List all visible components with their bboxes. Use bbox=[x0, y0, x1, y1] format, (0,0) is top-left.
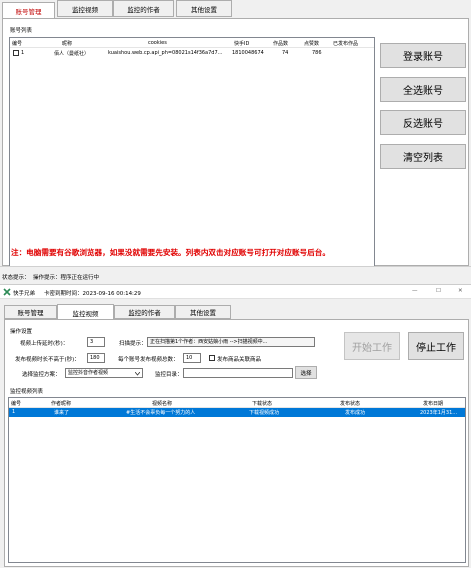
monitor-dir-input[interactable] bbox=[183, 368, 293, 378]
tab-account-management-2[interactable]: 账号管理 bbox=[4, 305, 57, 319]
close-button[interactable]: ✕ bbox=[458, 288, 463, 294]
product-link-label: 发布商品关联商品 bbox=[217, 357, 262, 363]
account-tab-panel: 账号列表 编号 昵称 cookies 快手ID 作品数 点赞数 已发布作品 1 … bbox=[2, 18, 469, 269]
row-checkbox[interactable] bbox=[13, 50, 19, 56]
status-text: 操作提示：程序正在运行中 bbox=[33, 275, 100, 281]
col-cookies[interactable]: cookies bbox=[148, 40, 167, 46]
col-video-name[interactable]: 视频名称 bbox=[152, 400, 172, 407]
per-account-input[interactable]: 10 bbox=[183, 353, 201, 363]
row-publish-status: 发布成功 bbox=[345, 410, 366, 416]
product-link-checkbox[interactable] bbox=[209, 355, 215, 361]
scan-hint-field: 正在扫描第1个作者：西安姑娘小雨 -->扫描视频中... bbox=[147, 337, 315, 347]
tab-monitor-video-2[interactable]: 监控视频 bbox=[57, 304, 114, 320]
status-bar: 状态提示： 操作提示：程序正在运行中 bbox=[0, 266, 471, 284]
start-work-button[interactable]: 开始工作 bbox=[344, 332, 400, 360]
row-video-name: #生活不会辜负每一个努力的人 bbox=[126, 410, 196, 416]
col-published[interactable]: 已发布作品 bbox=[333, 40, 358, 47]
clear-list-button[interactable]: 清空列表 bbox=[380, 144, 466, 169]
tab-monitor-video[interactable]: 监控视频 bbox=[57, 0, 113, 17]
row-cookies: kuaishou.web.cp.api_ph=08021s14f36a7d7..… bbox=[108, 50, 223, 56]
col-id-2[interactable]: 编号 bbox=[11, 400, 21, 407]
col-likes[interactable]: 点赞数 bbox=[304, 40, 319, 47]
col-download-status[interactable]: 下载状态 bbox=[252, 400, 272, 407]
col-author[interactable]: 作者昵称 bbox=[51, 400, 71, 407]
row-download-status: 下载视频成功 bbox=[249, 410, 280, 416]
account-list-header: 编号 昵称 cookies 快手ID 作品数 点赞数 已发布作品 bbox=[10, 38, 374, 48]
table-row[interactable]: 1 佰人（曼纸社） kuaishou.web.cp.api_ph=08021s1… bbox=[10, 49, 374, 58]
monitor-list-title: 监控视频列表 bbox=[10, 389, 44, 395]
login-account-button[interactable]: 登录账号 bbox=[380, 43, 466, 68]
row-author: 谁来了 bbox=[54, 410, 70, 416]
window-title: 快手兄弟 bbox=[13, 291, 36, 297]
monitor-tab-panel: 操作设置 视频上传延时(秒)： 3 扫描提示： 正在扫描第1个作者：西安姑娘小雨… bbox=[4, 319, 469, 567]
row-ks-id: 1810048674 bbox=[232, 50, 264, 56]
tab-monitor-author[interactable]: 监控的作者 bbox=[113, 0, 174, 17]
monitor-list-header: 编号 作者昵称 视频名称 下载状态 发布状态 发布日期 bbox=[9, 398, 465, 408]
monitor-dir-label: 监控目录： bbox=[155, 372, 183, 378]
tab-other-settings[interactable]: 其他设置 bbox=[176, 0, 232, 17]
monitor-window: 快手兄弟 卡密到期时间：2023-09-16 00:14:29 — ☐ ✕ 账号… bbox=[0, 284, 471, 568]
max-duration-input[interactable]: 180 bbox=[87, 353, 105, 363]
row-id: 1 bbox=[21, 50, 25, 56]
expiry-text: 卡密到期时间：2023-09-16 00:14:29 bbox=[44, 291, 141, 297]
operation-settings-title: 操作设置 bbox=[10, 329, 33, 335]
row-works: 74 bbox=[282, 50, 289, 56]
col-publish-date[interactable]: 发布日期 bbox=[423, 400, 443, 407]
app-logo-icon bbox=[3, 288, 11, 296]
select-all-button[interactable]: 全选账号 bbox=[380, 77, 466, 102]
maximize-button[interactable]: ☐ bbox=[436, 288, 441, 294]
per-account-label: 每个账号发布视频总数： bbox=[118, 357, 179, 363]
tab-other-settings-2[interactable]: 其他设置 bbox=[175, 305, 231, 319]
col-id[interactable]: 编号 bbox=[12, 40, 22, 47]
tab-account-management[interactable]: 账号管理 bbox=[2, 2, 55, 18]
account-list[interactable]: 编号 昵称 cookies 快手ID 作品数 点赞数 已发布作品 1 佰人（曼纸… bbox=[9, 37, 375, 269]
scan-hint-label: 扫描提示： bbox=[119, 341, 147, 347]
notice-text: 注：电脑需要有谷歌浏览器，如果没就需要先安装。列表内双击对应账号可打开对应账号后… bbox=[11, 248, 330, 257]
minimize-button[interactable]: — bbox=[412, 288, 418, 294]
upload-delay-input[interactable]: 3 bbox=[87, 337, 105, 347]
upload-delay-label: 视频上传延时(秒)： bbox=[20, 341, 69, 347]
row-publish-date: 2023年1月31... bbox=[420, 410, 458, 416]
title-bar[interactable]: 快手兄弟 卡密到期时间：2023-09-16 00:14:29 — ☐ ✕ bbox=[0, 285, 471, 299]
chevron-down-icon bbox=[135, 372, 140, 376]
col-nickname[interactable]: 昵称 bbox=[62, 40, 72, 47]
scheme-label: 选择监控方案： bbox=[22, 372, 61, 378]
stop-work-button[interactable]: 停止工作 bbox=[408, 332, 464, 360]
scheme-select-value: 监控抖音作者视频 bbox=[68, 370, 109, 376]
row-id-2: 1 bbox=[12, 409, 16, 415]
invert-selection-button[interactable]: 反选账号 bbox=[380, 110, 466, 135]
col-publish-status[interactable]: 发布状态 bbox=[340, 400, 360, 407]
col-works[interactable]: 作品数 bbox=[273, 40, 288, 47]
select-dir-button[interactable]: 选择 bbox=[295, 366, 317, 379]
account-list-title: 账号列表 bbox=[10, 28, 33, 34]
max-duration-label: 发布视频时长不高于(秒)： bbox=[15, 357, 80, 363]
table-row[interactable]: 1 谁来了 #生活不会辜负每一个努力的人 下载视频成功 发布成功 2023年1月… bbox=[9, 408, 465, 417]
scheme-select[interactable]: 监控抖音作者视频 bbox=[65, 368, 143, 378]
monitor-video-list[interactable]: 编号 作者昵称 视频名称 下载状态 发布状态 发布日期 1 谁来了 #生活不会辜… bbox=[8, 397, 466, 563]
tab-monitor-author-2[interactable]: 监控的作者 bbox=[114, 305, 175, 319]
col-ks-id[interactable]: 快手ID bbox=[234, 40, 249, 47]
row-nickname: 佰人（曼纸社） bbox=[54, 51, 90, 57]
row-likes: 786 bbox=[312, 50, 322, 56]
status-label: 状态提示： bbox=[2, 275, 30, 281]
